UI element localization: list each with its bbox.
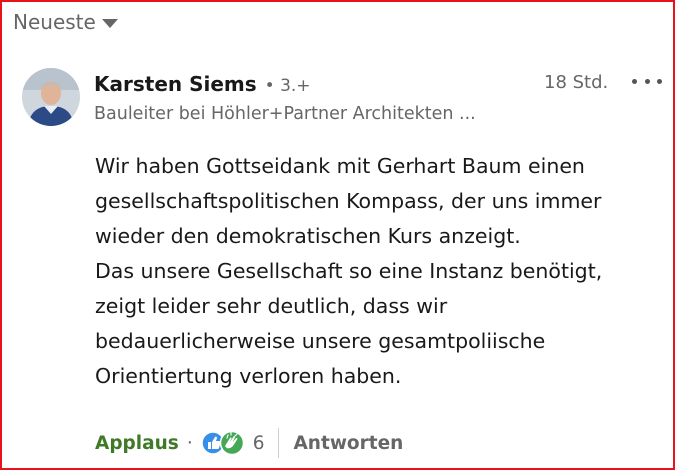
comment-line: Wir haben Gottseidank mit Gerhart Baum e… (95, 154, 585, 178)
caret-down-icon (101, 18, 118, 28)
react-button[interactable]: Applaus (95, 433, 179, 454)
more-dot (657, 78, 662, 84)
more-dot (632, 78, 637, 84)
more-horizontal-icon[interactable] (632, 76, 662, 86)
comment-line: bedauerlicherweise unsere gesamtpoliisch… (95, 329, 546, 353)
reactions-summary[interactable]: 6 (200, 430, 265, 456)
author-name[interactable]: Karsten Siems (94, 72, 257, 96)
separator-dot: · (186, 432, 193, 454)
avatar[interactable] (22, 68, 80, 126)
sort-label: Neueste (13, 10, 96, 34)
reaction-count: 6 (252, 432, 265, 454)
actions-divider (278, 428, 280, 458)
connection-degree: • 3.+ (264, 76, 311, 96)
comment-actions: Applaus · 6 Antworten (95, 428, 403, 458)
comment-line: wieder den demokratischen Kurs anzeigt. (95, 224, 521, 248)
avatar-image (22, 68, 80, 126)
author-headline: Bauleiter bei Höhler+Partner Architekten… (94, 104, 476, 124)
applause-reaction-icon (219, 430, 244, 456)
more-dot (644, 78, 650, 84)
comment-body: Wir haben Gottseidank mit Gerhart Baum e… (95, 149, 660, 394)
comment-line: gesellschaftspolitischen Kompass, der un… (95, 189, 602, 213)
reply-button[interactable]: Antworten (293, 433, 403, 454)
reaction-icons (200, 430, 244, 456)
comment-timestamp: 18 Std. (544, 72, 609, 93)
comment-line: Orientiertung verloren haben. (95, 364, 402, 388)
comment-line: Das unsere Gesellschaft so eine Instanz … (95, 259, 603, 283)
sort-dropdown[interactable]: Neueste (13, 10, 118, 34)
comment-author: Karsten Siems • 3.+ (94, 72, 311, 96)
comment-line: zeigt leider sehr deutlich, dass wir (95, 294, 448, 318)
